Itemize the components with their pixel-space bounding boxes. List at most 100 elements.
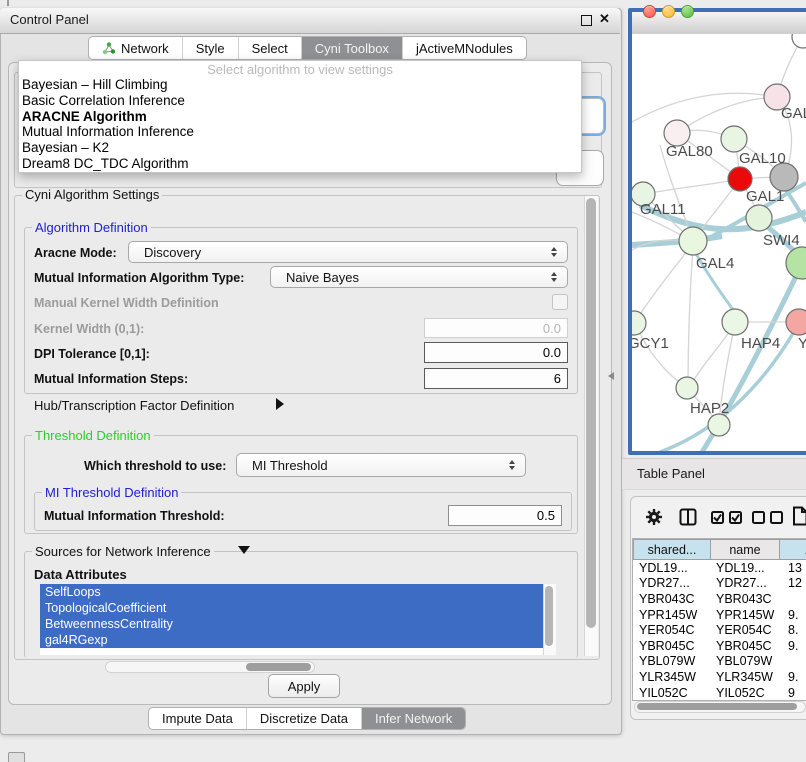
- network-node[interactable]: [676, 377, 698, 399]
- sources-collapse-icon[interactable]: [238, 546, 250, 554]
- algorithm-option[interactable]: Mutual Information Inference: [19, 124, 581, 140]
- minimize-window-icon[interactable]: [662, 5, 675, 18]
- algorithm-option[interactable]: Basic Correlation Inference: [19, 93, 581, 109]
- unchecked-checkboxes-icon[interactable]: [752, 511, 784, 524]
- manual-kernel-checkbox[interactable]: [552, 294, 568, 310]
- apply-button[interactable]: Apply: [268, 674, 340, 698]
- kernel-width-label: Kernel Width (0,1):: [34, 322, 144, 336]
- tab-select[interactable]: Select: [239, 37, 302, 59]
- algorithm-option[interactable]: ARACNE Algorithm: [19, 109, 581, 125]
- aracne-mode-combobox[interactable]: Discovery: [128, 241, 568, 263]
- settings-hscrollbar-thumb[interactable]: [246, 663, 311, 671]
- table-row[interactable]: YIL052CYIL052C9: [633, 685, 806, 701]
- network-canvas[interactable]: GALGAL80GAL10GAL1GAL11SWI4GAL4GCY1HAP4YH…: [632, 34, 806, 451]
- network-node[interactable]: [792, 34, 806, 48]
- table-cell: YDR27...: [633, 576, 711, 590]
- table-cell: YBR045C: [711, 639, 780, 653]
- data-attribute-item[interactable]: BetweennessCentrality: [40, 616, 543, 632]
- combobox-arrows-icon: [551, 247, 558, 257]
- network-node-label: Y: [798, 335, 806, 352]
- tab-style[interactable]: Style: [183, 37, 239, 59]
- algorithm-option[interactable]: Bayesian – Hill Climbing: [19, 77, 581, 93]
- tab-jactivemnodules[interactable]: jActiveMNodules: [403, 37, 526, 59]
- float-panel-icon[interactable]: [581, 15, 592, 26]
- network-node[interactable]: [722, 309, 748, 335]
- network-node[interactable]: [632, 311, 646, 335]
- checked-checkboxes-icon[interactable]: [711, 511, 743, 524]
- table-row[interactable]: YBR043CYBR043C: [633, 591, 806, 607]
- data-attribute-item[interactable]: gal4RGexp: [40, 632, 543, 648]
- tab-network-label: Network: [121, 41, 169, 56]
- aracne-mode-value: Discovery: [129, 245, 201, 260]
- control-panel-titlebar[interactable]: [0, 8, 620, 34]
- network-window-titlebar[interactable]: [632, 12, 806, 35]
- data-attribute-item[interactable]: SelfLoops: [40, 584, 543, 600]
- combobox-arrows-icon: [551, 272, 558, 282]
- algorithm-option[interactable]: Dream8 DC_TDC Algorithm: [19, 156, 581, 172]
- tab-infer-network[interactable]: Infer Network: [362, 708, 465, 729]
- tab-impute-data-label: Impute Data: [162, 711, 233, 726]
- table-cell: YDR27...: [711, 576, 780, 590]
- table-row[interactable]: YLR345WYLR345W9.: [633, 669, 806, 685]
- kernel-width-input[interactable]: 0.0: [424, 318, 568, 338]
- table-cell: YIL052C: [633, 686, 711, 700]
- network-node[interactable]: [679, 227, 707, 255]
- dpi-tolerance-input[interactable]: 0.0: [424, 342, 568, 363]
- data-attributes-list[interactable]: SelfLoopsTopologicalCoefficientBetweenne…: [40, 584, 543, 655]
- column-header-name[interactable]: name: [711, 539, 780, 560]
- tab-impute-data[interactable]: Impute Data: [149, 708, 247, 729]
- threshold-definition-label: Threshold Definition: [32, 429, 154, 442]
- table-row[interactable]: YDL19...YDL19...13: [633, 560, 806, 576]
- table-cell: YER054C: [711, 623, 780, 637]
- mi-type-combobox[interactable]: Naive Bayes: [270, 266, 568, 288]
- network-node[interactable]: [786, 247, 806, 279]
- table-row[interactable]: YPR145WYPR145W9.: [633, 607, 806, 623]
- node-table: shared... name A YDL19...YDL19...13YDR27…: [632, 538, 806, 701]
- column-header-cut[interactable]: A: [780, 539, 806, 560]
- table-row[interactable]: YBL079WYBL079W: [633, 654, 806, 670]
- gear-icon[interactable]: [645, 508, 663, 526]
- window-edge-artifact: [7, 0, 9, 6]
- network-edge[interactable]: [636, 244, 693, 320]
- zoom-window-icon[interactable]: [681, 5, 694, 18]
- minimized-panel-icon[interactable]: [8, 752, 25, 762]
- close-panel-icon[interactable]: ✕: [599, 11, 610, 27]
- algorithm-option[interactable]: Bayesian – K2: [19, 140, 581, 156]
- table-row[interactable]: YDR27...YDR27...12: [633, 576, 806, 592]
- table-cell: 13: [780, 561, 806, 575]
- sources-label: Sources for Network Inference: [32, 545, 214, 558]
- tab-cyni-toolbox[interactable]: Cyni Toolbox: [302, 37, 403, 59]
- settings-scrollbar-thumb[interactable]: [586, 198, 596, 628]
- bottom-tabbar: Impute Data Discretize Data Infer Networ…: [148, 707, 466, 730]
- hub-expand-icon[interactable]: [276, 398, 284, 410]
- mi-steps-input[interactable]: 6: [424, 368, 568, 389]
- table-cell: YIL052C: [711, 686, 780, 700]
- network-node[interactable]: [708, 414, 730, 436]
- columns-icon[interactable]: [679, 508, 697, 526]
- network-edge[interactable]: [632, 93, 777, 122]
- tab-infer-network-label: Infer Network: [375, 711, 452, 726]
- divider-collapse-icon[interactable]: [608, 372, 614, 380]
- network-node[interactable]: [721, 126, 747, 152]
- attributes-scrollbar-thumb[interactable]: [545, 586, 553, 646]
- mi-threshold-input[interactable]: 0.5: [448, 505, 562, 526]
- data-attribute-item[interactable]: TopologicalCoefficient: [40, 600, 543, 616]
- network-node[interactable]: [770, 163, 798, 191]
- table-cell: 9.: [780, 639, 806, 653]
- network-node[interactable]: [786, 309, 806, 335]
- close-window-icon[interactable]: [643, 5, 656, 18]
- table-cell: YDL19...: [633, 561, 711, 575]
- document-icon[interactable]: [792, 506, 806, 526]
- table-row[interactable]: YBR045CYBR045C9.: [633, 638, 806, 654]
- column-header-shared-name[interactable]: shared...: [633, 539, 711, 560]
- tab-discretize-data[interactable]: Discretize Data: [247, 708, 362, 729]
- network-node-label: GAL1: [746, 188, 784, 205]
- network-edge[interactable]: [645, 179, 740, 194]
- table-row[interactable]: YER054CYER054C8.: [633, 622, 806, 638]
- which-threshold-combobox[interactable]: MI Threshold: [236, 453, 526, 477]
- table-hscrollbar-thumb[interactable]: [637, 703, 797, 710]
- tab-network[interactable]: Network: [89, 37, 183, 59]
- algorithm-dropdown-popup: Select algorithm to view settings Bayesi…: [18, 60, 582, 173]
- network-edge[interactable]: [688, 246, 693, 386]
- network-node[interactable]: [746, 205, 772, 231]
